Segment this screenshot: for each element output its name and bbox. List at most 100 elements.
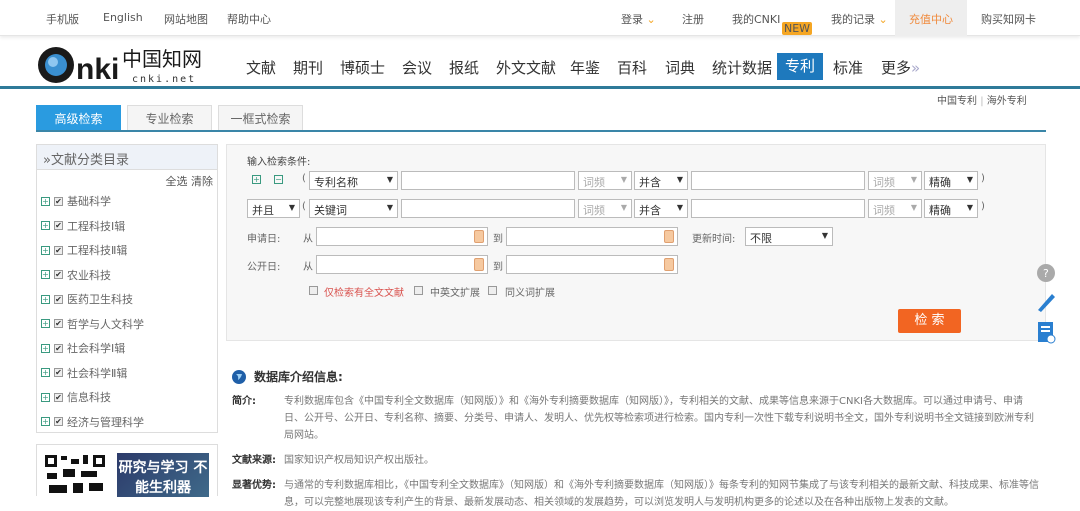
help-link[interactable]: 帮助中心: [227, 11, 271, 27]
category-checkbox[interactable]: ✔: [54, 270, 63, 279]
expand-icon[interactable]: +: [41, 343, 50, 353]
chat-bubble-icon[interactable]: ?: [1034, 262, 1058, 286]
category-item[interactable]: + ✔ 哲学与人文科学: [41, 316, 144, 332]
category-item[interactable]: + ✔ 信息科技: [41, 389, 111, 405]
nav-standard[interactable]: 标准: [833, 57, 863, 78]
calendar-icon[interactable]: [664, 230, 674, 243]
calendar-icon[interactable]: [474, 230, 484, 243]
pub-date-from-input[interactable]: [316, 255, 488, 274]
field-select-1[interactable]: 专利名称: [309, 171, 398, 190]
recharge-link[interactable]: 充值中心: [909, 11, 953, 27]
update-time-select[interactable]: 不限: [745, 227, 833, 246]
buy-card-link[interactable]: 购买知网卡: [981, 11, 1036, 27]
expand-icon[interactable]: +: [41, 196, 50, 206]
freq-select-1a[interactable]: 词频: [578, 171, 632, 190]
nav-statistics[interactable]: 统计数据: [712, 57, 772, 78]
category-checkbox[interactable]: ✔: [54, 221, 63, 230]
add-row-icon[interactable]: +: [252, 175, 261, 184]
op-select-2[interactable]: 并含: [634, 199, 688, 218]
logic-select-2[interactable]: 并且: [247, 199, 300, 218]
category-checkbox[interactable]: ✔: [54, 368, 63, 377]
cnki-logo[interactable]: nki 中国知网 cnki.net: [36, 44, 216, 86]
apply-date-from-input[interactable]: [316, 227, 488, 246]
nav-encyclopedia[interactable]: 百科: [617, 57, 647, 78]
cn-en-checkbox[interactable]: [414, 286, 423, 295]
china-patent-link[interactable]: 中国专利: [937, 96, 977, 107]
category-item[interactable]: + ✔ 工程科技Ⅱ辑: [41, 242, 127, 258]
category-item[interactable]: + ✔ 社会科学Ⅰ辑: [41, 340, 125, 356]
expand-icon[interactable]: +: [41, 245, 50, 255]
english-link[interactable]: English: [103, 11, 143, 24]
field-select-2[interactable]: 关键词: [309, 199, 398, 218]
category-label: 哲学与人文科学: [67, 317, 144, 331]
calendar-icon[interactable]: [474, 258, 484, 271]
pub-date-to-input[interactable]: [506, 255, 678, 274]
category-checkbox[interactable]: ✔: [54, 319, 63, 328]
nav-yearbook[interactable]: 年鉴: [570, 57, 600, 78]
notes-icon[interactable]: [1034, 320, 1058, 344]
match-select-1[interactable]: 精确: [924, 171, 978, 190]
keyword-input-1[interactable]: [401, 171, 575, 190]
select-all-link[interactable]: 全选: [166, 175, 188, 188]
database-intro: 数据库介绍信息: 简介: 专利数据库包含《中国专利全文数据库（知网版）》和《海外专…: [232, 368, 1042, 511]
tab-professional-search[interactable]: 专业检索: [127, 105, 212, 131]
fulltext-checkbox[interactable]: [309, 286, 318, 295]
expand-icon[interactable]: +: [41, 294, 50, 304]
sitemap-link[interactable]: 网站地图: [164, 11, 208, 27]
mobile-link[interactable]: 手机版: [46, 11, 79, 27]
expand-icon[interactable]: +: [41, 392, 50, 402]
category-checkbox[interactable]: ✔: [54, 343, 63, 353]
category-item[interactable]: + ✔ 工程科技Ⅰ辑: [41, 218, 125, 234]
records-link[interactable]: 我的记录 ⌄: [831, 11, 888, 27]
freq-select-2b[interactable]: 词频: [868, 199, 922, 218]
nav-more[interactable]: 更多»: [881, 57, 920, 78]
nav-dictionary[interactable]: 词典: [665, 57, 695, 78]
clear-link[interactable]: 清除: [191, 175, 213, 188]
expand-icon[interactable]: +: [41, 368, 50, 377]
category-item[interactable]: + ✔ 社会科学Ⅱ辑: [41, 365, 127, 381]
expand-icon[interactable]: +: [41, 270, 50, 279]
tab-simple-search[interactable]: 一框式检索: [218, 105, 303, 131]
op-select-1[interactable]: 并含: [634, 171, 688, 190]
match-select-2[interactable]: 精确: [924, 199, 978, 218]
nav-patent[interactable]: 专利: [777, 53, 824, 80]
remove-row-icon[interactable]: −: [274, 175, 283, 184]
login-link[interactable]: 登录 ⌄: [621, 11, 656, 27]
category-item[interactable]: + ✔ 医药卫生科技: [41, 291, 133, 307]
promo-banner[interactable]: 研究与学习 不能生利器: [117, 453, 209, 497]
nav-newspaper[interactable]: 报纸: [449, 57, 479, 78]
fulltext-label: 仅检索有全文文献: [324, 288, 404, 299]
category-checkbox[interactable]: ✔: [54, 294, 63, 304]
category-checkbox[interactable]: ✔: [54, 392, 63, 402]
apply-date-to-input[interactable]: [506, 227, 678, 246]
pencil-icon[interactable]: [1034, 290, 1058, 314]
mycnki-link[interactable]: 我的CNKI NEW: [732, 11, 813, 35]
nav-journal[interactable]: 期刊: [293, 57, 323, 78]
expand-icon[interactable]: +: [41, 417, 50, 426]
expand-icon[interactable]: +: [41, 319, 50, 328]
register-link[interactable]: 注册: [682, 11, 704, 27]
category-checkbox[interactable]: ✔: [54, 245, 63, 255]
overseas-patent-link[interactable]: 海外专利: [987, 96, 1027, 107]
category-item[interactable]: + ✔ 经济与管理科学: [41, 414, 144, 430]
nav-thesis[interactable]: 博硕士: [340, 57, 385, 78]
nav-foreign[interactable]: 外文文献: [496, 57, 556, 78]
category-checkbox[interactable]: ✔: [54, 417, 63, 426]
category-item[interactable]: + ✔ 农业科技: [41, 267, 111, 283]
category-checkbox[interactable]: ✔: [54, 196, 63, 206]
category-item[interactable]: + ✔ 基础科学: [41, 193, 111, 209]
nav-wenxian[interactable]: 文献: [246, 57, 276, 78]
keyword-input-2[interactable]: [401, 199, 575, 218]
search-button[interactable]: 检 索: [898, 309, 961, 333]
freq-select-2a[interactable]: 词频: [578, 199, 632, 218]
synonym-checkbox[interactable]: [488, 286, 497, 295]
to-label: 到: [493, 262, 503, 273]
freq-select-1b[interactable]: 词频: [868, 171, 922, 190]
expand-icon[interactable]: +: [41, 221, 50, 230]
calendar-icon[interactable]: [664, 258, 674, 271]
nav-divider: [0, 86, 1080, 89]
keyword-input-2b[interactable]: [691, 199, 865, 218]
nav-conference[interactable]: 会议: [402, 57, 432, 78]
tab-advanced-search[interactable]: 高级检索: [36, 105, 121, 131]
keyword-input-1b[interactable]: [691, 171, 865, 190]
